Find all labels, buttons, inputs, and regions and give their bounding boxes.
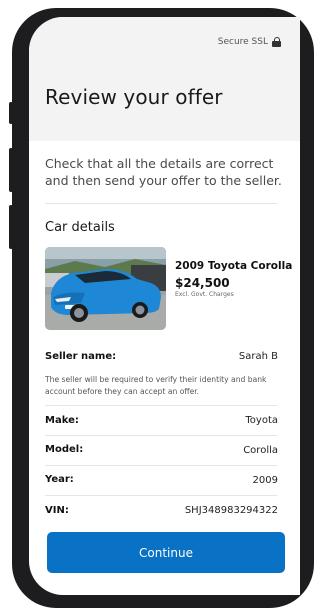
app-screen: Secure SSL Review your offer Check that … bbox=[29, 17, 300, 595]
continue-button[interactable]: Continue bbox=[47, 532, 285, 573]
intro-text: Check that all the details are correct a… bbox=[45, 156, 282, 188]
page-header: Secure SSL Review your offer bbox=[29, 17, 300, 141]
lock-icon bbox=[272, 37, 281, 47]
car-details-heading: Car details bbox=[45, 220, 115, 235]
secure-ssl-label: Secure SSL bbox=[217, 37, 268, 47]
model-value: Corolla bbox=[243, 445, 278, 456]
seller-name-value: Sarah B bbox=[238, 351, 278, 362]
make-value: Toyota bbox=[245, 415, 278, 426]
divider bbox=[45, 405, 277, 406]
divider bbox=[45, 465, 277, 466]
vin-label: VIN: bbox=[45, 505, 69, 516]
seller-name-label: Seller name: bbox=[45, 351, 117, 362]
year-label: Year: bbox=[45, 474, 74, 485]
price-note: Excl. Govt. Charges bbox=[175, 291, 234, 298]
car-price: $24,500 bbox=[175, 276, 230, 290]
page-title: Review your offer bbox=[45, 85, 223, 109]
secure-ssl-indicator: Secure SSL bbox=[218, 37, 281, 47]
seller-verification-note: The seller will be required to verify th… bbox=[45, 375, 267, 396]
car-photo bbox=[45, 247, 166, 330]
car-title: 2009 Toyota Corolla bbox=[175, 260, 293, 272]
phone-side-button bbox=[9, 102, 13, 124]
divider bbox=[45, 435, 277, 436]
phone-volume-up-button bbox=[9, 148, 13, 192]
divider bbox=[45, 495, 277, 496]
year-value: 2009 bbox=[252, 475, 278, 486]
model-label: Model: bbox=[45, 444, 84, 455]
make-label: Make: bbox=[45, 415, 79, 426]
phone-volume-down-button bbox=[9, 205, 13, 249]
vin-value: SHJ348983294322 bbox=[184, 505, 278, 516]
divider bbox=[45, 203, 277, 204]
